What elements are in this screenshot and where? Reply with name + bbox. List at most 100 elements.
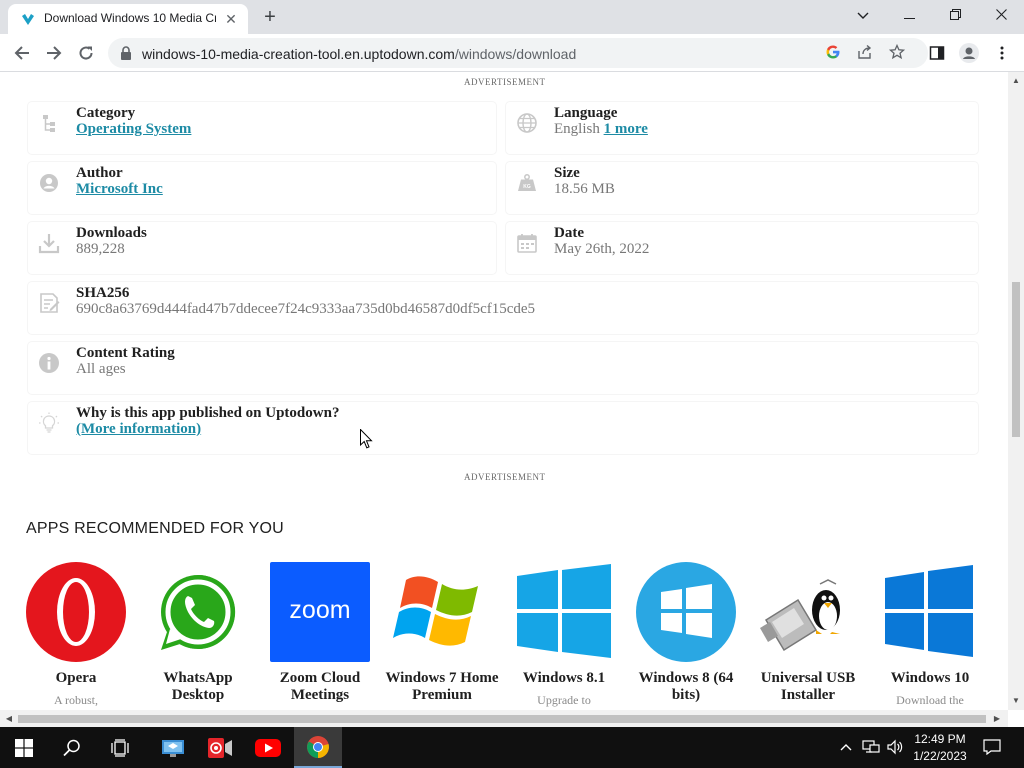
app-tile-windows-10[interactable]: Windows 10 Download the (870, 562, 990, 710)
notifications-icon[interactable] (983, 739, 1001, 756)
vertical-scrollbar[interactable]: ▲ ▼ (1008, 72, 1024, 710)
new-tab-button[interactable]: + (258, 6, 282, 30)
info-circle-icon (39, 353, 59, 373)
usb-penguin-logo-icon (760, 579, 840, 652)
url-text[interactable]: windows-10-media-creation-tool.en.uptodo… (142, 46, 576, 62)
info-sha256: SHA256 690c8a63769d444fad47b7ddecee7f24c… (28, 282, 978, 334)
start-button[interactable] (0, 727, 48, 768)
clock-date[interactable]: 1/22/2023 (912, 749, 968, 763)
minimize-window-button[interactable] (895, 4, 923, 26)
close-window-button[interactable] (987, 4, 1015, 26)
app-tile-universal-usb[interactable]: Universal USB Installer (748, 562, 868, 710)
language-text: English (554, 121, 600, 137)
app-name: Windows 7 Home Premium (385, 670, 499, 703)
calendar-icon (517, 234, 537, 253)
taskbar-search-button[interactable] (48, 727, 96, 768)
download-icon (38, 234, 60, 254)
size-value: 18.56 MB (554, 181, 615, 197)
info-content-rating: Content Rating All ages (28, 342, 978, 394)
windows-7-logo-icon (393, 576, 478, 646)
browser-toolbar: windows-10-media-creation-tool.en.uptodo… (0, 34, 1024, 72)
category-value: Operating System (76, 121, 191, 138)
close-tab-icon[interactable]: ✕ (222, 10, 240, 28)
svg-text:KG: KG (523, 184, 531, 190)
volume-icon[interactable] (886, 739, 903, 755)
forward-button[interactable] (43, 42, 65, 64)
taskbar-app-youtube[interactable] (244, 727, 292, 768)
sha256-value: 690c8a63769d444fad47b7ddecee7f24c9333aa7… (76, 301, 536, 317)
address-bar[interactable]: windows-10-media-creation-tool.en.uptodo… (108, 38, 928, 68)
advertisement-label: ADVERTISEMENT (464, 77, 546, 87)
lock-icon[interactable] (120, 46, 132, 60)
app-tile-zoom[interactable]: zoom Zoom Cloud Meetings (260, 562, 380, 710)
taskbar-app-screen-recorder[interactable] (196, 727, 244, 768)
kebab-menu-icon[interactable] (991, 42, 1013, 64)
app-tile-opera[interactable]: Opera A robust, (16, 562, 136, 710)
side-panel-icon[interactable] (926, 42, 948, 64)
windows-8-logo-icon (636, 562, 736, 662)
reload-button[interactable] (75, 42, 97, 64)
browser-tab-strip: Download Windows 10 Media Cr ✕ + (0, 0, 1024, 34)
size-label: Size (554, 165, 580, 181)
windows-81-logo-icon (517, 564, 611, 658)
info-author: Author Microsoft Inc (28, 162, 496, 214)
downloads-value: 889,228 (76, 241, 125, 257)
language-value: English 1 more (554, 121, 648, 138)
mouse-cursor-icon (360, 429, 373, 449)
app-description: Upgrade to (537, 693, 591, 707)
scroll-up-arrow-icon[interactable]: ▲ (1009, 74, 1023, 88)
taskbar-app-remote-desktop[interactable] (148, 727, 196, 768)
task-view-button[interactable] (96, 727, 144, 768)
app-description: A robust, (53, 693, 98, 707)
vertical-scroll-thumb[interactable] (1012, 282, 1020, 437)
app-name: Windows 10 (890, 670, 970, 686)
app-tile-windows-7[interactable]: Windows 7 Home Premium (382, 562, 502, 710)
zoom-logo-icon: zoom (270, 562, 370, 662)
horizontal-scrollbar[interactable]: ◀ ▶ (0, 710, 1008, 727)
browser-tab[interactable]: Download Windows 10 Media Cr ✕ (8, 4, 248, 34)
info-why-published: Why is this app published on Uptodown? (… (28, 402, 978, 454)
date-value: May 26th, 2022 (554, 241, 650, 257)
network-icon[interactable] (862, 739, 880, 755)
app-name: WhatsApp Desktop (163, 670, 233, 703)
app-tile-whatsapp[interactable]: WhatsApp Desktop (138, 562, 258, 710)
clock-time[interactable]: 12:49 PM (912, 732, 968, 746)
downloads-label: Downloads (76, 225, 147, 241)
user-icon (40, 174, 58, 192)
scroll-right-arrow-icon[interactable]: ▶ (990, 712, 1004, 726)
author-link[interactable]: Microsoft Inc (76, 181, 163, 197)
recommended-apps-heading: APPS RECOMMENDED FOR YOU (26, 520, 284, 537)
taskbar-app-chrome[interactable] (294, 727, 342, 768)
remote-desktop-icon (162, 740, 184, 757)
page-content: ADVERTISEMENT Category Operating System … (0, 72, 1008, 710)
back-button[interactable] (11, 42, 33, 64)
google-translate-icon[interactable] (824, 44, 842, 62)
category-tree-icon (43, 115, 55, 132)
chrome-icon (307, 736, 329, 758)
sha256-label: SHA256 (76, 285, 130, 301)
app-tile-windows-8[interactable]: Windows 8 (64 bits) (626, 562, 746, 710)
horizontal-scroll-thumb[interactable] (18, 715, 986, 723)
more-information-link[interactable]: (More information) (76, 421, 201, 437)
windows-taskbar: 12:49 PM 1/22/2023 (0, 727, 1024, 768)
scroll-left-arrow-icon[interactable]: ◀ (2, 712, 16, 726)
share-icon[interactable] (856, 44, 874, 62)
category-link[interactable]: Operating System (76, 121, 191, 137)
show-hidden-icons-chevron-icon[interactable] (838, 739, 854, 755)
restore-window-button[interactable] (941, 4, 969, 26)
author-value: Microsoft Inc (76, 181, 163, 198)
app-name: Opera (55, 670, 97, 686)
why-published-label: Why is this app published on Uptodown? (76, 405, 340, 421)
profile-avatar-icon[interactable] (958, 42, 980, 64)
tab-search-chevron-icon[interactable] (849, 4, 877, 26)
opera-logo-icon (26, 562, 126, 662)
info-date: Date May 26th, 2022 (506, 222, 978, 274)
document-signature-icon (40, 293, 60, 313)
bookmark-star-icon[interactable] (888, 43, 906, 62)
scroll-down-arrow-icon[interactable]: ▼ (1009, 694, 1023, 708)
app-tile-windows-81[interactable]: Windows 8.1 Upgrade to (504, 562, 624, 710)
more-languages-link[interactable]: 1 more (604, 121, 648, 137)
language-label: Language (554, 105, 618, 121)
author-label: Author (76, 165, 123, 181)
app-name: Windows 8 (64 bits) (638, 670, 734, 703)
